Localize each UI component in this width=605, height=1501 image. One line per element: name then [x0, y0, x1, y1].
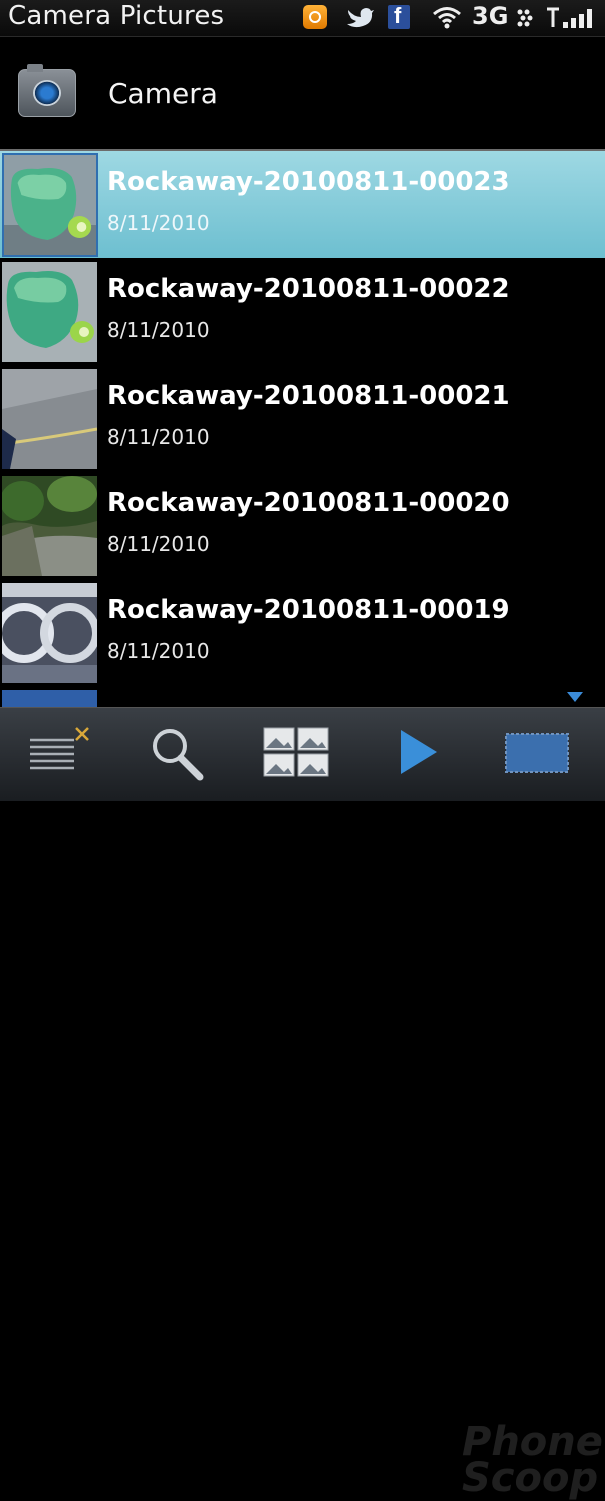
list-item[interactable]: Rockaway-20100811-00020 8/11/2010	[0, 472, 605, 579]
thumbnail-image	[2, 262, 97, 362]
scroll-down-indicator[interactable]	[567, 692, 583, 702]
network-type: 3G	[472, 2, 509, 30]
picture-name: Rockaway-20100811-00020	[107, 488, 510, 518]
app-title: Camera Pictures	[8, 1, 225, 31]
picture-name: Rockaway-20100811-00022	[107, 274, 510, 304]
twitter-icon	[347, 8, 374, 28]
menu-icon[interactable]	[26, 722, 96, 782]
bottom-toolbar: Phone Scoop	[0, 707, 605, 1498]
picture-date: 8/11/2010	[107, 425, 210, 449]
signal-icon	[547, 7, 592, 28]
bbm-icon	[303, 5, 327, 29]
thumbnail-image	[2, 476, 97, 576]
search-icon[interactable]	[148, 722, 206, 782]
picture-name: Rockaway-20100811-00019	[107, 595, 510, 625]
picture-name: Rockaway-20100811-00023	[107, 167, 510, 197]
status-bar: Camera Pictures 3G	[0, 0, 605, 37]
thumbnail-image	[2, 153, 98, 257]
list-item-partial[interactable]	[0, 686, 605, 707]
folder-header[interactable]: Camera	[0, 37, 605, 149]
picture-date: 8/11/2010	[107, 532, 210, 556]
facebook-icon	[388, 3, 410, 29]
list-item[interactable]: Rockaway-20100811-00022 8/11/2010	[0, 258, 605, 365]
thumbnail-image	[2, 583, 97, 683]
watermark: Phone Scoop	[462, 1419, 603, 1501]
wifi-icon	[433, 7, 461, 29]
thumbnail-image	[2, 369, 97, 469]
camera-icon	[18, 64, 76, 117]
folder-label: Camera	[108, 77, 218, 110]
list-item[interactable]: Rockaway-20100811-00021 8/11/2010	[0, 365, 605, 472]
play-icon[interactable]	[395, 722, 441, 782]
blackberry-icon	[517, 9, 533, 27]
picture-list[interactable]: Rockaway-20100811-00023 8/11/2010 Rockaw…	[0, 151, 605, 707]
list-item[interactable]: Rockaway-20100811-00019 8/11/2010	[0, 579, 605, 686]
list-item[interactable]: Rockaway-20100811-00023 8/11/2010	[0, 151, 605, 258]
grid-view-icon[interactable]	[262, 722, 332, 782]
picture-name: Rockaway-20100811-00021	[107, 381, 510, 411]
slideshow-icon[interactable]	[502, 722, 572, 782]
thumbnail-image	[2, 690, 97, 707]
picture-date: 8/11/2010	[107, 318, 210, 342]
picture-date: 8/11/2010	[107, 639, 210, 663]
picture-date: 8/11/2010	[107, 211, 210, 235]
